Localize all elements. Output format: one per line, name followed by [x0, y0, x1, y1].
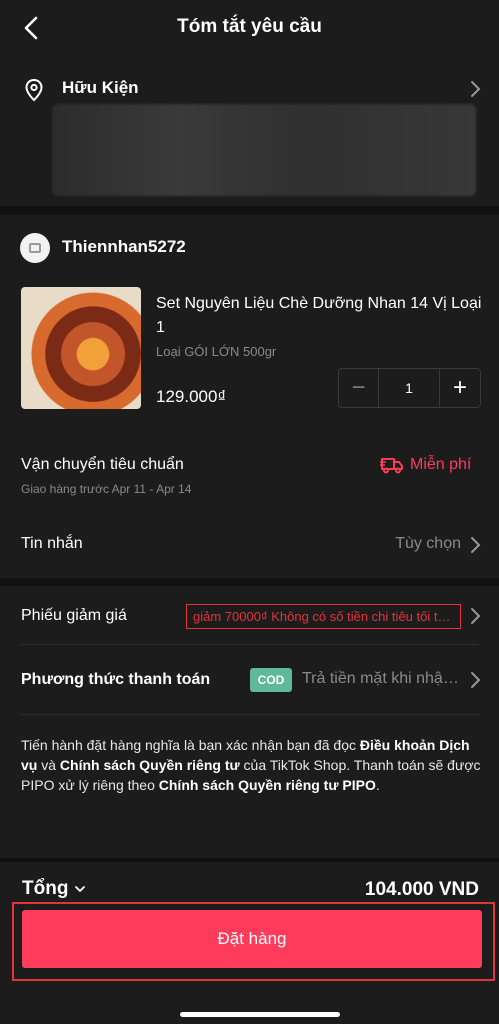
decrease-quantity-button[interactable]: − [339, 369, 379, 407]
section-divider [0, 578, 499, 586]
payment-method-value[interactable]: Trả tiền mặt khi nhận hàng [302, 670, 462, 688]
delivery-truck-icon [380, 458, 403, 474]
total-amount: 104.000 VND [364, 879, 479, 900]
shipping-address[interactable]: Hữu Kiện [0, 56, 499, 206]
home-indicator[interactable] [180, 1012, 340, 1017]
address-details-blurred [52, 104, 476, 196]
privacy-policy-link[interactable]: Chính sách Quyền riêng tư [60, 757, 240, 773]
place-order-button[interactable]: Đặt hàng [22, 910, 482, 968]
location-pin-icon [25, 78, 43, 102]
terms-text: Tiến hành đặt hàng nghĩa là bạn xác nhận… [21, 737, 360, 753]
recipient-name: Hữu Kiện [62, 78, 139, 97]
chevron-right-icon[interactable] [468, 671, 482, 689]
product-image [21, 287, 141, 409]
row-divider [20, 714, 479, 715]
quantity-stepper: − 1 + [338, 368, 481, 408]
chevron-right-icon[interactable] [468, 607, 482, 625]
page-title: Tóm tắt yêu cầu [177, 16, 322, 37]
increase-quantity-button[interactable]: + [440, 369, 480, 407]
top-bar: Tóm tắt yêu cầu [0, 0, 499, 56]
terms-notice: Tiến hành đặt hàng nghĩa là bạn xác nhận… [21, 735, 481, 795]
chevron-right-icon[interactable] [468, 536, 482, 554]
chevron-down-icon [75, 886, 86, 893]
product-title: Set Nguyên Liệu Chè Dưỡng Nhan 14 Vị Loạ… [156, 295, 482, 336]
quantity-value[interactable]: 1 [379, 369, 440, 407]
product-price: 129.000₫ [156, 387, 227, 406]
cod-badge: COD [250, 668, 292, 692]
chevron-right-icon[interactable] [468, 80, 482, 98]
terms-text: . [375, 777, 380, 793]
message-label: Tin nhắn [21, 535, 83, 552]
coupon-label: Phiếu giảm giá [21, 607, 127, 624]
total-label: Tổng [22, 878, 69, 899]
coupon-value[interactable]: giảm 70000₫ Không có số tiền chi tiêu tố… [186, 604, 461, 629]
terms-text: và [37, 757, 60, 773]
checkout-footer: Tổng 104.000 VND Đặt hàng [0, 862, 499, 1024]
product-variant: Loại GÓI LỚN 500gr [156, 344, 277, 359]
shipping-fee-label: Miễn phí [410, 456, 472, 473]
payment-method-label: Phương thức thanh toán [21, 671, 211, 688]
total-toggle[interactable]: Tổng [22, 878, 86, 900]
shipping-fee: Miễn phí [380, 456, 471, 474]
message-option[interactable]: Tùy chọn [395, 535, 461, 553]
shop-name: Thiennhan5272 [62, 237, 186, 256]
pipo-privacy-policy-link[interactable]: Chính sách Quyền riêng tư PIPO [159, 777, 376, 793]
row-divider [20, 644, 479, 645]
section-divider [0, 206, 499, 215]
shop-icon [20, 233, 50, 263]
shipping-method-label: Vận chuyển tiêu chuẩn [21, 456, 184, 473]
shipping-eta: Giao hàng trước Apr 11 - Apr 14 [21, 482, 192, 496]
